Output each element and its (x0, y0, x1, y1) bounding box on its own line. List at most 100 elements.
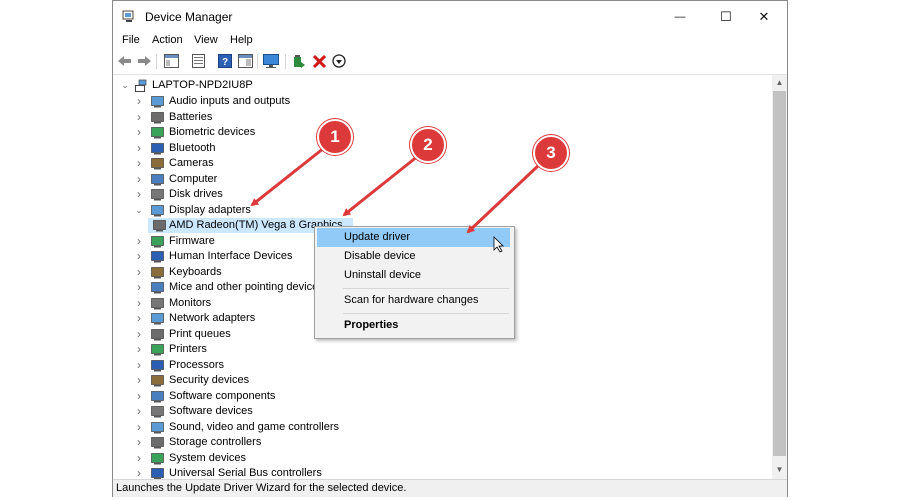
scrollbar-thumb[interactable] (773, 91, 786, 456)
toolbar-separator (156, 54, 157, 69)
chevron-right-icon[interactable]: › (134, 141, 144, 156)
uninstall-device-label: Uninstall device (344, 269, 422, 281)
computer-root-icon (135, 79, 147, 92)
action-pane-button[interactable] (237, 53, 253, 69)
chevron-right-icon[interactable]: › (134, 451, 144, 466)
bluetooth-icon (151, 142, 164, 154)
scan-hardware-label: Scan for hardware changes (344, 294, 479, 306)
tree-item-label: Display adapters (169, 203, 251, 216)
system-device-icon (151, 452, 164, 464)
context-menu: Update driver Disable device Uninstall d… (314, 226, 515, 339)
tree-item-label: System devices (169, 451, 247, 464)
minimize-button[interactable]: — (657, 1, 703, 32)
chevron-down-icon[interactable]: ⌄ (134, 203, 144, 218)
tree-item-label: Batteries (169, 110, 213, 123)
properties-toolbar-button[interactable] (190, 53, 206, 69)
display-adapter-icon (151, 204, 164, 216)
chevron-right-icon[interactable]: › (134, 327, 144, 342)
menu-item-properties[interactable]: Properties (317, 316, 510, 335)
chevron-right-icon[interactable]: › (134, 172, 144, 187)
chevron-down-icon[interactable]: ⌄ (120, 78, 130, 93)
chevron-right-icon[interactable]: › (134, 311, 144, 326)
chevron-right-icon[interactable]: › (134, 187, 144, 202)
toolbar-separator (257, 54, 258, 69)
tree-item-label: Bluetooth (169, 141, 216, 154)
sound-icon (151, 421, 164, 433)
status-text: Launches the Update Driver Wizard for th… (116, 482, 407, 494)
monitor-icon (151, 297, 164, 309)
usb-icon (151, 468, 164, 479)
update-driver-label: Update driver (344, 231, 411, 243)
tree-item-label: Software devices (169, 405, 253, 417)
processor-icon (151, 359, 164, 371)
tree-item-label: Monitors (169, 296, 212, 309)
menu-item-scan-hardware[interactable]: Scan for hardware changes (317, 291, 510, 310)
close-button[interactable]: ✕ (741, 1, 787, 32)
tree-item-label: Storage controllers (169, 436, 262, 448)
computer-icon (151, 173, 164, 185)
chevron-right-icon[interactable]: › (134, 389, 144, 404)
chevron-right-icon[interactable]: › (134, 404, 144, 419)
chevron-right-icon[interactable]: › (134, 420, 144, 435)
enable-device-button[interactable] (331, 53, 347, 69)
title-bar: Device Manager — ☐ ✕ (113, 1, 787, 32)
menu-help[interactable]: Help (230, 34, 253, 46)
chevron-right-icon[interactable]: › (134, 296, 144, 311)
scroll-up-arrow-icon[interactable]: ▲ (772, 76, 787, 90)
show-hide-console-tree-button[interactable] (163, 53, 179, 69)
scan-hardware-button[interactable] (263, 53, 279, 69)
disk-drive-icon (151, 189, 164, 201)
software-component-icon (151, 390, 164, 402)
properties-label: Properties (344, 319, 399, 331)
chevron-right-icon[interactable]: › (134, 249, 144, 264)
tree-item-label: Printers (169, 343, 207, 355)
tree-item-label: Keyboards (169, 265, 222, 278)
annotation-badge-3: 3 (533, 135, 569, 171)
chevron-right-icon[interactable]: › (134, 466, 144, 479)
maximize-icon: ☐ (720, 8, 732, 24)
chevron-right-icon[interactable]: › (134, 435, 144, 450)
window-title: Device Manager (145, 10, 233, 24)
minimize-icon: — (674, 10, 686, 23)
close-icon: ✕ (758, 8, 770, 24)
back-button[interactable] (117, 53, 133, 69)
chevron-right-icon[interactable]: › (134, 156, 144, 171)
menu-view[interactable]: View (194, 34, 218, 46)
print-queue-icon (151, 328, 164, 340)
menu-separator (343, 288, 509, 289)
menu-item-disable-device[interactable]: Disable device (317, 247, 510, 266)
menu-item-uninstall-device[interactable]: Uninstall device (317, 266, 510, 285)
help-icon: ? (218, 54, 232, 68)
update-driver-icon (294, 54, 305, 68)
speaker-icon (151, 96, 164, 108)
chevron-right-icon[interactable]: › (134, 234, 144, 249)
chevron-right-icon[interactable]: › (134, 342, 144, 357)
menu-item-update-driver[interactable]: Update driver (317, 228, 510, 247)
chevron-right-icon[interactable]: › (134, 125, 144, 140)
chevron-right-icon[interactable]: › (134, 110, 144, 125)
uninstall-device-button[interactable] (311, 53, 327, 69)
menu-action[interactable]: Action (152, 34, 183, 46)
chevron-right-icon[interactable]: › (134, 94, 144, 109)
update-driver-button[interactable] (291, 53, 307, 69)
tree-item-label: Audio inputs and outputs (169, 95, 291, 107)
properties-sheet-icon (191, 54, 205, 68)
display-adapter-icon (153, 220, 166, 232)
scroll-down-arrow-icon[interactable]: ▼ (772, 463, 787, 477)
forward-button[interactable] (136, 53, 152, 69)
menu-file[interactable]: File (122, 34, 140, 46)
chevron-right-icon[interactable]: › (134, 280, 144, 295)
status-bar: Launches the Update Driver Wizard for th… (113, 479, 787, 497)
action-pane-icon (237, 54, 253, 68)
svg-text:?: ? (222, 57, 228, 68)
vertical-scrollbar[interactable]: ▲ ▼ (772, 75, 787, 479)
chevron-right-icon[interactable]: › (134, 358, 144, 373)
menu-bar: File Action View Help (113, 32, 787, 50)
chevron-right-icon[interactable]: › (134, 265, 144, 280)
tree-item-label: Security devices (169, 374, 250, 386)
keyboard-icon (151, 266, 164, 278)
help-toolbar-button[interactable]: ? (217, 53, 233, 69)
chevron-right-icon[interactable]: › (134, 373, 144, 388)
toolbar-separator (285, 54, 286, 69)
tree-item-label: Sound, video and game controllers (169, 420, 339, 433)
